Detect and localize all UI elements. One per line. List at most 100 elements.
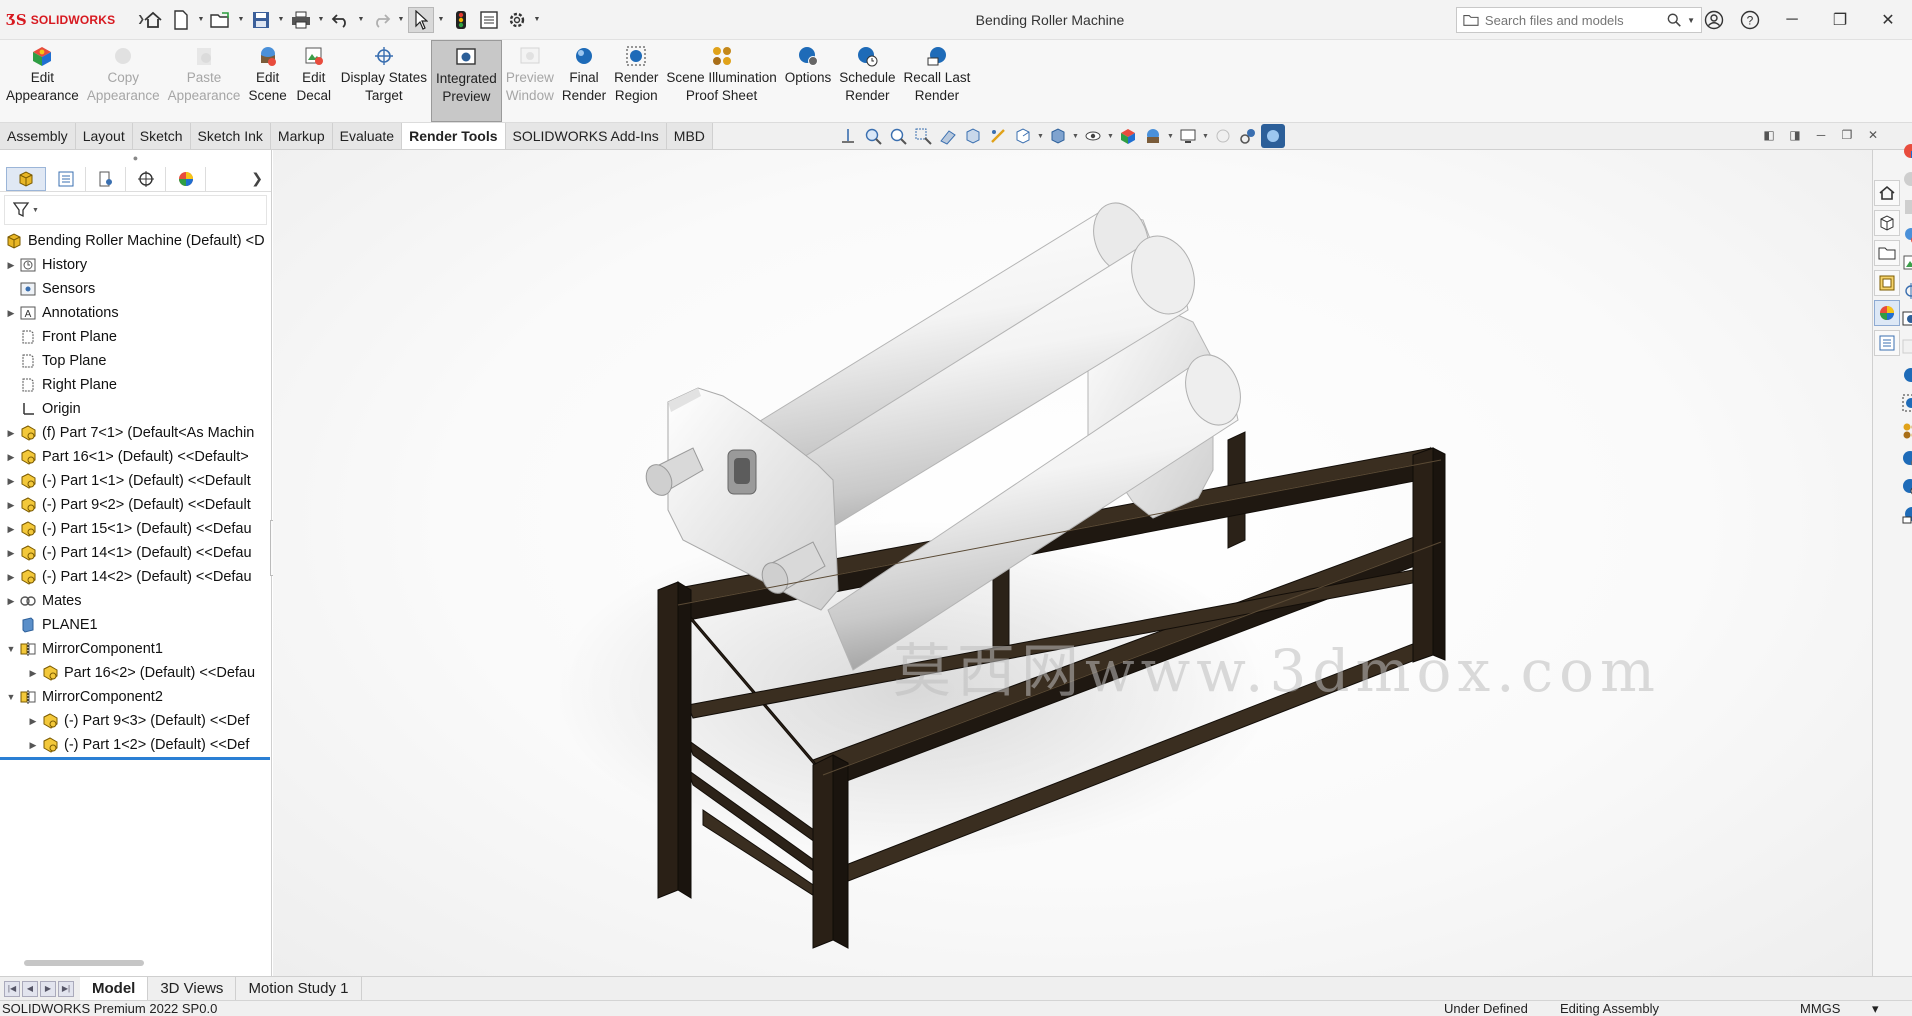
display-manager-tab-icon[interactable]	[166, 166, 206, 191]
custom-properties-icon[interactable]	[1874, 330, 1900, 356]
preview-window-side-icon[interactable]	[1902, 338, 1912, 356]
restore-icon[interactable]: ❐	[1816, 0, 1864, 40]
viewport-close-icon[interactable]: ✕	[1864, 126, 1882, 144]
user-account-icon[interactable]	[1696, 0, 1732, 40]
tree-item[interactable]: ▶ (-) Part 14<2> (Default) <<Defau	[0, 565, 271, 589]
options-gear-icon[interactable]	[504, 7, 530, 33]
chevron-down-icon[interactable]: ▼	[1106, 133, 1115, 140]
copy-appearance-side-icon[interactable]	[1902, 170, 1912, 188]
scene-illumination-proof-sheet-button[interactable]: Scene Illumination Proof Sheet	[662, 40, 780, 122]
tree-item[interactable]: ▶ (-) Part 9<3> (Default) <<Def	[0, 709, 271, 733]
render-region-button[interactable]: Render Region	[610, 40, 662, 122]
tree-item[interactable]: PLANE1	[0, 613, 271, 637]
units-caret-icon[interactable]: ▾	[1872, 1001, 1879, 1016]
render-link-icon[interactable]	[1236, 124, 1260, 148]
expand-arrow-icon[interactable]: ▶	[4, 428, 18, 439]
paste-appearance-side-icon[interactable]	[1902, 198, 1912, 216]
tile-right-icon[interactable]: ◨	[1786, 126, 1804, 144]
tree-item[interactable]: Top Plane	[0, 349, 271, 373]
tree-root[interactable]: Bending Roller Machine (Default) <D	[0, 229, 271, 253]
search-input[interactable]	[1484, 12, 1661, 28]
paste-appearance-button[interactable]: Paste Appearance	[164, 40, 245, 122]
tab-motion-study-1[interactable]: Motion Study 1	[236, 977, 362, 1000]
edit-appearance-button[interactable]: Edit Appearance	[2, 40, 83, 122]
edit-decal-button[interactable]: Edit Decal	[291, 40, 337, 122]
next-tab-icon[interactable]: ▶	[40, 980, 56, 997]
recall-last-render-button[interactable]: Recall Last Render	[900, 40, 975, 122]
tab-markup[interactable]: Markup	[270, 123, 333, 149]
zoom-to-fit-icon[interactable]	[861, 124, 885, 148]
help-icon[interactable]: ?	[1732, 0, 1768, 40]
chevron-down-icon[interactable]: ▼	[436, 7, 446, 33]
expand-arrow-icon[interactable]: ▶	[26, 668, 40, 679]
expand-arrow-icon[interactable]: ▶	[4, 260, 18, 271]
expand-arrow-icon[interactable]: ▶	[4, 548, 18, 559]
preview-window-button[interactable]: Preview Window	[502, 40, 558, 122]
tab-render-tools[interactable]: Render Tools	[402, 123, 506, 149]
tree-item[interactable]: ▶ (-) Part 1<2> (Default) <<Def	[0, 733, 271, 757]
view-palette-icon[interactable]	[1874, 270, 1900, 296]
undo-icon[interactable]	[328, 7, 354, 33]
solidworks-resources-icon[interactable]	[1874, 180, 1900, 206]
chevron-down-icon[interactable]: ▼	[356, 7, 366, 33]
status-units[interactable]: MMGS	[1800, 1001, 1840, 1016]
tile-left-icon[interactable]: ◧	[1760, 126, 1778, 144]
tab-model[interactable]: Model	[80, 977, 149, 1000]
chevron-down-icon[interactable]: ▼	[276, 7, 286, 33]
edit-decal-side-icon[interactable]	[1902, 254, 1912, 272]
tree-item[interactable]: Origin	[0, 397, 271, 421]
first-tab-icon[interactable]: |◀	[4, 980, 20, 997]
tree-item[interactable]: ▶ (-) Part 9<2> (Default) <<Default	[0, 493, 271, 517]
tab-sketch[interactable]: Sketch	[132, 123, 191, 149]
save-icon[interactable]	[248, 7, 274, 33]
tab-assembly[interactable]: Assembly	[0, 123, 76, 149]
chevron-down-icon[interactable]: ▼	[196, 7, 206, 33]
chevron-down-icon[interactable]: ▼	[1071, 133, 1080, 140]
chevron-down-icon[interactable]: ▼	[32, 207, 39, 214]
expand-arrow-icon[interactable]: ▶	[4, 452, 18, 463]
tree-filter[interactable]: ▼	[4, 195, 267, 225]
previous-view-icon[interactable]	[836, 124, 860, 148]
minimize-icon[interactable]: ─	[1768, 0, 1816, 40]
section-view-icon[interactable]	[936, 124, 960, 148]
realview-icon[interactable]	[1211, 124, 1235, 148]
tree-item[interactable]: ▶ A Annotations	[0, 301, 271, 325]
expand-arrow-icon[interactable]: ▶	[4, 476, 18, 487]
expand-arrow-icon[interactable]: ▶	[4, 572, 18, 583]
last-tab-icon[interactable]: ▶|	[58, 980, 74, 997]
copy-appearance-button[interactable]: Copy Appearance	[83, 40, 164, 122]
render-region-side-icon[interactable]	[1902, 394, 1912, 412]
tree-item[interactable]: ▶ Mates	[0, 589, 271, 613]
configuration-manager-tab-icon[interactable]	[86, 166, 126, 191]
view-settings-icon[interactable]	[1176, 124, 1200, 148]
render-options-side-icon[interactable]	[1902, 450, 1912, 468]
chevron-down-icon[interactable]: ▼	[316, 7, 326, 33]
tab-solidworks-add-ins[interactable]: SOLIDWORKS Add-Ins	[505, 123, 667, 149]
tab-layout[interactable]: Layout	[75, 123, 133, 149]
view-orientation-icon[interactable]	[1011, 124, 1035, 148]
tree-item[interactable]: Sensors	[0, 277, 271, 301]
expand-arrow-icon[interactable]: ▶	[4, 500, 18, 511]
integrated-preview-button[interactable]: Integrated Preview	[431, 40, 502, 122]
search-icon[interactable]	[1667, 12, 1681, 28]
zoom-to-area-icon[interactable]	[886, 124, 910, 148]
edit-appearance-side-icon[interactable]	[1902, 142, 1912, 160]
appearances-scenes-decals-icon[interactable]	[1874, 300, 1900, 326]
tree-item[interactable]: Right Plane	[0, 373, 271, 397]
integrated-preview-hud-icon[interactable]	[1261, 124, 1285, 148]
redo-icon[interactable]	[368, 7, 394, 33]
zoom-selection-icon[interactable]	[911, 124, 935, 148]
search-box[interactable]: ▼	[1456, 7, 1702, 33]
display-style-icon[interactable]	[1046, 124, 1070, 148]
tab-evaluate[interactable]: Evaluate	[332, 123, 403, 149]
edit-appearance-hud-icon[interactable]	[1116, 124, 1140, 148]
filter-icon[interactable]	[13, 201, 31, 219]
tree-item[interactable]: ▶ Part 16<2> (Default) <<Defau	[0, 661, 271, 685]
file-properties-icon[interactable]	[476, 7, 502, 33]
horizontal-scrollbar[interactable]	[24, 960, 144, 966]
print-icon[interactable]	[288, 7, 314, 33]
chevron-down-icon[interactable]: ▼	[532, 7, 542, 33]
final-render-side-icon[interactable]	[1902, 366, 1912, 384]
tree-item[interactable]: ▶ Part 16<1> (Default) <<Default>	[0, 445, 271, 469]
viewport-minimize-icon[interactable]: ─	[1812, 126, 1830, 144]
